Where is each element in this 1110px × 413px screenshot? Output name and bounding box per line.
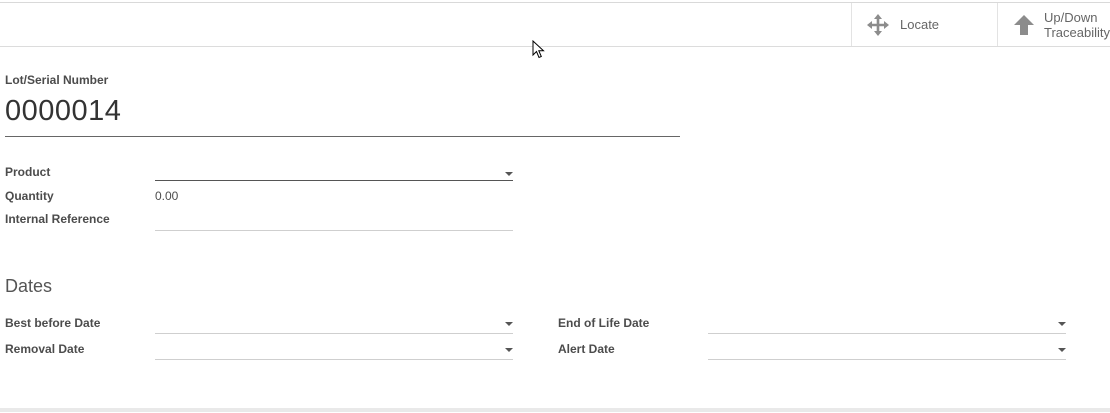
bottom-border xyxy=(0,408,1110,412)
chevron-down-icon[interactable] xyxy=(505,322,513,326)
end-of-life-date-underline xyxy=(708,333,1066,334)
quantity-value: 0.00 xyxy=(155,189,179,203)
dates-section-title: Dates xyxy=(5,276,53,296)
chevron-down-icon[interactable] xyxy=(505,172,513,176)
internal-reference-underline xyxy=(155,230,513,231)
end-of-life-date-input[interactable] xyxy=(708,315,1066,333)
removal-date-underline xyxy=(155,359,513,360)
alert-date-input[interactable] xyxy=(708,341,1066,359)
arrows-move-icon xyxy=(867,13,889,36)
best-before-date-input[interactable] xyxy=(155,315,513,333)
locate-label: Locate xyxy=(900,17,940,32)
alert-date-underline xyxy=(708,359,1066,360)
locate-button[interactable]: Locate xyxy=(851,3,998,46)
form-sheet: Lot/Serial Number 0000014 Product Quanti… xyxy=(0,47,1110,409)
quantity-label: Quantity xyxy=(5,189,54,203)
chevron-down-icon[interactable] xyxy=(1058,322,1066,326)
lot-serial-label: Lot/Serial Number xyxy=(5,73,109,87)
best-before-date-underline xyxy=(155,333,513,334)
traceability-label-line2: Traceability xyxy=(1044,24,1110,40)
product-label: Product xyxy=(5,165,51,179)
product-underline xyxy=(155,180,513,181)
chevron-down-icon[interactable] xyxy=(1058,348,1066,352)
arrow-up-icon xyxy=(1014,14,1034,35)
removal-date-label: Removal Date xyxy=(5,342,85,356)
internal-reference-input[interactable] xyxy=(155,212,513,228)
best-before-date-label: Best before Date xyxy=(5,316,101,330)
lot-serial-underline xyxy=(5,136,680,137)
internal-reference-label: Internal Reference xyxy=(5,212,110,226)
lot-serial-input[interactable]: 0000014 xyxy=(5,95,121,128)
traceability-label: Up/Down Traceability xyxy=(1044,10,1110,40)
alert-date-label: Alert Date xyxy=(558,342,615,356)
button-box: Locate Up/Down Traceability xyxy=(0,3,1110,47)
end-of-life-date-label: End of Life Date xyxy=(558,316,650,330)
chevron-down-icon[interactable] xyxy=(505,348,513,352)
product-select[interactable] xyxy=(155,165,513,181)
removal-date-input[interactable] xyxy=(155,341,513,359)
traceability-label-line1: Up/Down xyxy=(1044,9,1098,25)
traceability-button[interactable]: Up/Down Traceability xyxy=(997,3,1110,46)
